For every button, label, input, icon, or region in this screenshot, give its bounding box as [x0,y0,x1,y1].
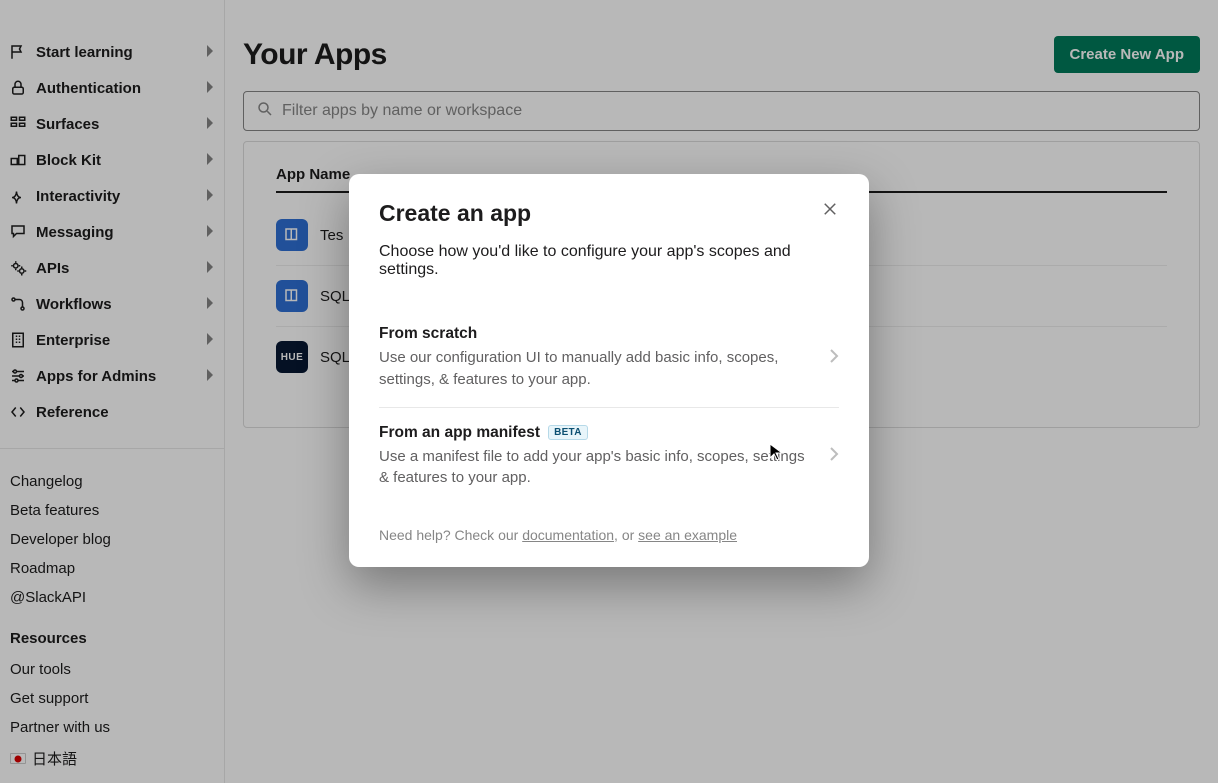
documentation-link[interactable]: documentation [522,527,614,543]
option-from-scratch[interactable]: From scratch Use our configuration UI to… [379,309,839,407]
close-icon [821,206,839,221]
option-subtitle: Use a manifest file to add your app's ba… [379,446,809,490]
chevron-right-icon [829,348,839,368]
option-subtitle: Use our configuration UI to manually add… [379,347,809,391]
chevron-right-icon [829,446,839,466]
option-title: From scratch [379,325,477,343]
modal-description: Choose how you'd like to configure your … [379,243,839,279]
modal-help-text: Need help? Check our documentation, or s… [379,527,839,543]
see-example-link[interactable]: see an example [638,527,737,543]
modal-title: Create an app [379,200,839,227]
modal-overlay[interactable]: Create an app Choose how you'd like to c… [0,0,1218,783]
option-from-manifest[interactable]: From an app manifest BETA Use a manifest… [379,407,839,506]
create-app-modal: Create an app Choose how you'd like to c… [349,174,869,567]
option-title: From an app manifest [379,424,540,442]
beta-badge: BETA [548,425,588,440]
close-button[interactable] [817,196,843,225]
